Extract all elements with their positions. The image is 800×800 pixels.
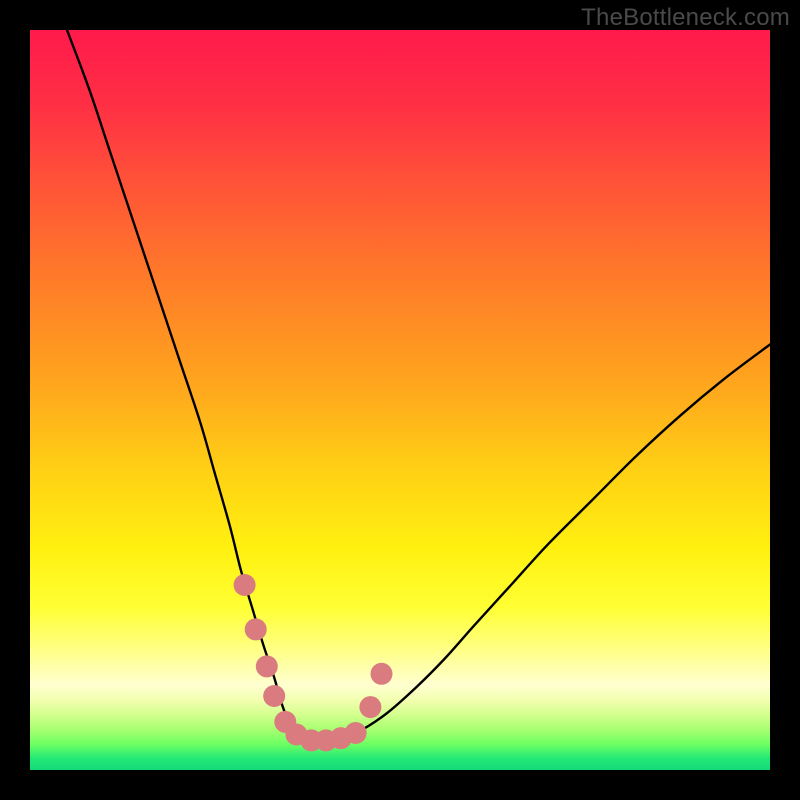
marker-dot xyxy=(256,655,278,677)
marker-dot xyxy=(245,618,267,640)
marker-dot xyxy=(234,574,256,596)
watermark-text: TheBottleneck.com xyxy=(581,4,790,32)
marker-dot xyxy=(359,696,381,718)
plot-area xyxy=(30,30,770,770)
marker-dot xyxy=(345,722,367,744)
marker-dot xyxy=(263,685,285,707)
marker-dots xyxy=(30,30,770,770)
marker-dot xyxy=(371,663,393,685)
chart-frame: TheBottleneck.com xyxy=(0,0,800,800)
